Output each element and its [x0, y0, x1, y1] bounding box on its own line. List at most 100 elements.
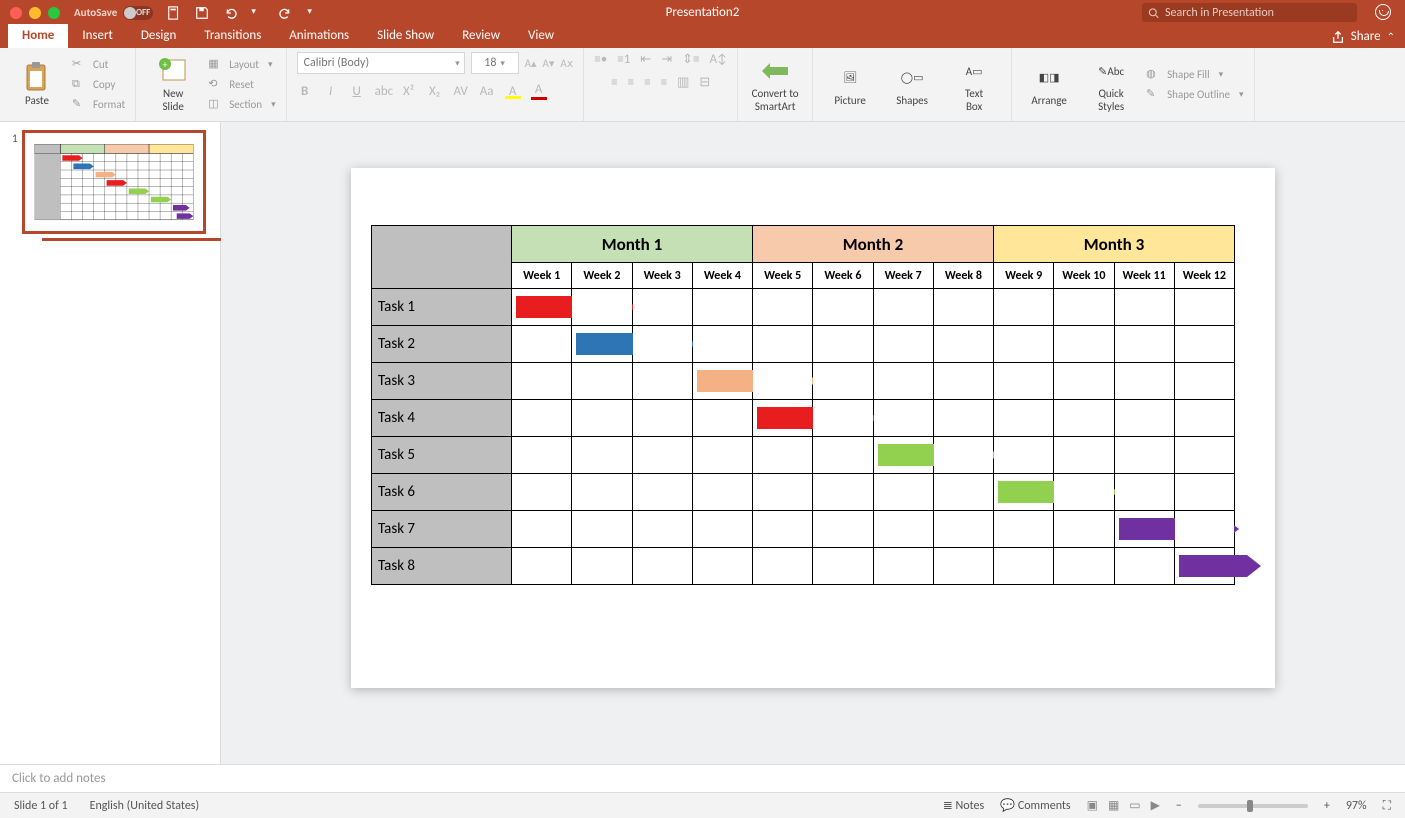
save-icon[interactable]: [195, 6, 209, 20]
gantt-cell: [692, 474, 752, 511]
undo-dropdown-icon[interactable]: ▾: [251, 6, 265, 20]
decrease-font-icon[interactable]: A▾: [543, 57, 555, 70]
section-button[interactable]: ◫Section: [208, 97, 275, 113]
zoom-out-button[interactable]: −: [1176, 799, 1182, 813]
new-slide-button[interactable]: + New Slide: [146, 56, 200, 112]
qat-customize-icon[interactable]: ▾: [307, 6, 321, 20]
gantt-cell: [933, 511, 993, 548]
copy-button[interactable]: ⧉Copy: [72, 77, 125, 93]
shapes-button[interactable]: ◯▭Shapes: [885, 62, 939, 107]
font-size-select[interactable]: 18▾: [471, 52, 519, 74]
arrange-icon: ◧◨: [1034, 62, 1064, 92]
tab-transitions[interactable]: Transitions: [190, 24, 275, 48]
italic-button[interactable]: I: [323, 84, 339, 99]
week-header: Week 1: [512, 263, 572, 289]
autosave-switch[interactable]: OFF: [123, 6, 153, 20]
numbering-button[interactable]: ≡1: [617, 52, 630, 67]
comments-toggle[interactable]: 💬 Comments: [1000, 798, 1070, 813]
tab-design[interactable]: Design: [127, 24, 190, 48]
fit-to-window-icon[interactable]: ⛶: [1383, 799, 1391, 813]
tab-home[interactable]: Home: [8, 24, 68, 48]
week-header: Week 10: [1054, 263, 1114, 289]
picture-button[interactable]: 🖼Picture: [823, 62, 877, 107]
gantt-cell: [933, 474, 993, 511]
shape-outline-button[interactable]: ✎Shape Outline: [1146, 87, 1243, 103]
maximize-window-button[interactable]: [48, 7, 60, 19]
workspace: 1: [0, 122, 1405, 764]
superscript-button[interactable]: X²: [401, 84, 417, 99]
tab-slideshow[interactable]: Slide Show: [363, 24, 448, 48]
slide-thumbnail-1[interactable]: [24, 132, 204, 232]
search-input[interactable]: [1165, 6, 1351, 20]
quick-styles-label: Quick Styles: [1098, 88, 1124, 112]
share-chevron-icon: ⌃: [1387, 30, 1395, 43]
smartart-group: Convert to SmartArt: [738, 48, 813, 121]
zoom-percent[interactable]: 97%: [1346, 799, 1367, 813]
cut-button[interactable]: ✂Cut: [72, 57, 125, 73]
notes-toggle[interactable]: ≣ Notes: [943, 798, 984, 813]
close-window-button[interactable]: [10, 7, 22, 19]
redo-icon[interactable]: [279, 6, 293, 20]
align-center-button[interactable]: ≡: [628, 75, 634, 90]
undo-icon[interactable]: [223, 6, 237, 20]
font-name-select[interactable]: Calibri (Body)▾: [297, 52, 465, 74]
textbox-button[interactable]: A▭Text Box: [947, 56, 1001, 112]
format-painter-button[interactable]: ✎Format: [72, 97, 125, 113]
text-direction-button[interactable]: A↕: [709, 52, 727, 67]
reset-button[interactable]: ⟲Reset: [208, 77, 275, 93]
clear-format-icon[interactable]: Aⅹ: [560, 57, 573, 70]
justify-button[interactable]: ≡: [661, 75, 667, 90]
bullets-button[interactable]: ≡•: [594, 52, 607, 67]
tab-review[interactable]: Review: [448, 24, 514, 48]
align-left-button[interactable]: ≡: [611, 75, 617, 90]
quick-styles-button[interactable]: ✎AbcQuick Styles: [1084, 56, 1138, 112]
slide-canvas-area[interactable]: Month 1Month 2Month 3Week 1Week 2Week 3W…: [221, 122, 1405, 764]
outdent-button[interactable]: ⇤: [640, 52, 651, 67]
highlight-button[interactable]: A: [505, 84, 521, 99]
bold-button[interactable]: B: [297, 84, 313, 99]
zoom-slider[interactable]: [1198, 804, 1308, 808]
slideshow-view-icon[interactable]: ▶: [1151, 798, 1160, 813]
arrange-button[interactable]: ◧◨Arrange: [1022, 62, 1076, 107]
gantt-cell: [1174, 437, 1234, 474]
strike-button[interactable]: abc: [375, 84, 391, 99]
gantt-cell: [512, 474, 572, 511]
align-right-button[interactable]: ≡: [644, 75, 650, 90]
feedback-icon[interactable]: [1375, 4, 1391, 20]
search-box[interactable]: [1142, 3, 1357, 22]
underline-button[interactable]: U: [349, 84, 365, 99]
line-spacing-button[interactable]: ⇕≡: [682, 52, 699, 67]
font-name-value: Calibri (Body): [304, 56, 369, 70]
subscript-button[interactable]: X₂: [427, 84, 443, 99]
reading-view-icon[interactable]: ▭: [1129, 798, 1140, 813]
align-text-button[interactable]: ⊟: [699, 75, 710, 90]
week-header: Week 2: [572, 263, 632, 289]
tab-animations[interactable]: Animations: [275, 24, 363, 48]
columns-button[interactable]: ▥: [677, 75, 689, 90]
gantt-chart: Month 1Month 2Month 3Week 1Week 2Week 3W…: [371, 225, 1235, 585]
shape-fill-button[interactable]: ◍Shape Fill: [1146, 67, 1243, 83]
share-button[interactable]: Share ⌃: [1331, 29, 1395, 44]
paste-button[interactable]: Paste: [10, 62, 64, 107]
tab-insert[interactable]: Insert: [68, 24, 127, 48]
autosave-toggle[interactable]: AutoSave OFF: [74, 6, 153, 20]
convert-smartart-button[interactable]: Convert to SmartArt: [748, 56, 802, 112]
quick-access-toolbar: ▾ ▾: [167, 6, 321, 20]
zoom-in-button[interactable]: +: [1324, 799, 1330, 813]
indent-button[interactable]: ⇥: [661, 52, 672, 67]
notes-pane[interactable]: Click to add notes: [0, 764, 1405, 792]
font-color-button[interactable]: A: [531, 82, 547, 100]
change-case-button[interactable]: Aa: [479, 84, 495, 99]
increase-font-icon[interactable]: A▴: [525, 57, 537, 70]
minimize-window-button[interactable]: [29, 7, 41, 19]
slide-1[interactable]: Month 1Month 2Month 3Week 1Week 2Week 3W…: [351, 168, 1275, 688]
normal-view-icon[interactable]: ▣: [1087, 798, 1098, 813]
gantt-cell: [933, 437, 993, 474]
language-indicator[interactable]: English (United States): [90, 799, 200, 813]
tab-view[interactable]: View: [514, 24, 568, 48]
gantt-cell: [994, 326, 1054, 363]
layout-button[interactable]: ▦Layout: [208, 57, 275, 73]
char-spacing-button[interactable]: AV: [453, 84, 469, 99]
file-icon[interactable]: [167, 6, 181, 20]
sorter-view-icon[interactable]: ▦: [1108, 798, 1119, 813]
